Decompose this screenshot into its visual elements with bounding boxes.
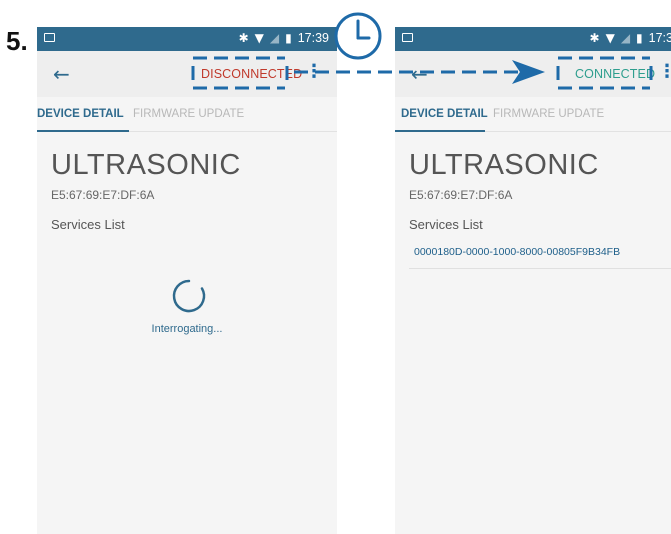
status-icons: ✱ ▼ ◢ ▮ 17:3 [590, 31, 671, 45]
loading-spinner-icon [172, 279, 206, 313]
device-name: ULTRASONIC [51, 149, 241, 181]
loading-text: Interrogating... [151, 323, 223, 335]
back-arrow-icon[interactable]: ← [411, 62, 428, 86]
clock-icon [334, 12, 382, 60]
tab-firmware-update[interactable]: FIRMWARE UPDATE [133, 108, 244, 120]
status-bar: ✱ ▼ ◢ ▮ 17:3 [395, 27, 671, 51]
status-icons: ✱ ▼ ◢ ▮ 17:39 [239, 31, 329, 45]
app-bar: ← DISCONNECTED ⋮ [37, 51, 337, 97]
connection-status: CONNECTED [575, 67, 656, 81]
tab-device-detail[interactable]: DEVICE DETAIL [37, 108, 124, 120]
notification-image-icon [402, 33, 413, 42]
connection-status: DISCONNECTED [201, 67, 303, 81]
app-bar: ← CONNECTED ⋮ [395, 51, 671, 97]
service-uuid-item[interactable]: 0000180D-0000-1000-8000-00805F9B34FB [414, 246, 620, 258]
service-divider [409, 268, 671, 269]
tab-bar: DEVICE DETAIL FIRMWARE UPDATE [395, 97, 671, 132]
more-vert-icon[interactable]: ⋮ [658, 61, 671, 82]
wifi-icon: ▼ [254, 31, 264, 45]
device-address: E5:67:69:E7:DF:6A [409, 188, 513, 202]
device-name: ULTRASONIC [409, 149, 599, 181]
battery-icon: ▮ [285, 31, 292, 45]
battery-icon: ▮ [636, 31, 643, 45]
more-vert-icon[interactable]: ⋮ [305, 61, 323, 82]
signal-icon: ◢ [620, 31, 631, 45]
notification-image-icon [44, 33, 55, 42]
phone-screen-connected: ✱ ▼ ◢ ▮ 17:3 ← CONNECTED ⋮ DEVICE DETAIL… [395, 27, 671, 534]
tab-firmware-update[interactable]: FIRMWARE UPDATE [493, 108, 604, 120]
device-address: E5:67:69:E7:DF:6A [51, 188, 155, 202]
bluetooth-icon: ✱ [238, 31, 249, 45]
tab-indicator [395, 130, 485, 132]
services-list-label: Services List [409, 217, 483, 232]
step-number: 5. [6, 26, 28, 56]
bluetooth-icon: ✱ [589, 31, 600, 45]
status-time: 17:39 [297, 31, 329, 45]
phone-screen-disconnected: ✱ ▼ ◢ ▮ 17:39 ← DISCONNECTED ⋮ DEVICE DE… [37, 27, 337, 534]
wifi-icon: ▼ [605, 31, 615, 45]
back-arrow-icon[interactable]: ← [53, 62, 70, 86]
tab-bar: DEVICE DETAIL FIRMWARE UPDATE [37, 97, 337, 132]
signal-icon: ◢ [269, 31, 280, 45]
status-time: 17:3 [648, 31, 671, 45]
services-list-label: Services List [51, 217, 125, 232]
tab-device-detail[interactable]: DEVICE DETAIL [401, 108, 488, 120]
status-bar: ✱ ▼ ◢ ▮ 17:39 [37, 27, 337, 51]
tab-indicator [37, 130, 129, 132]
